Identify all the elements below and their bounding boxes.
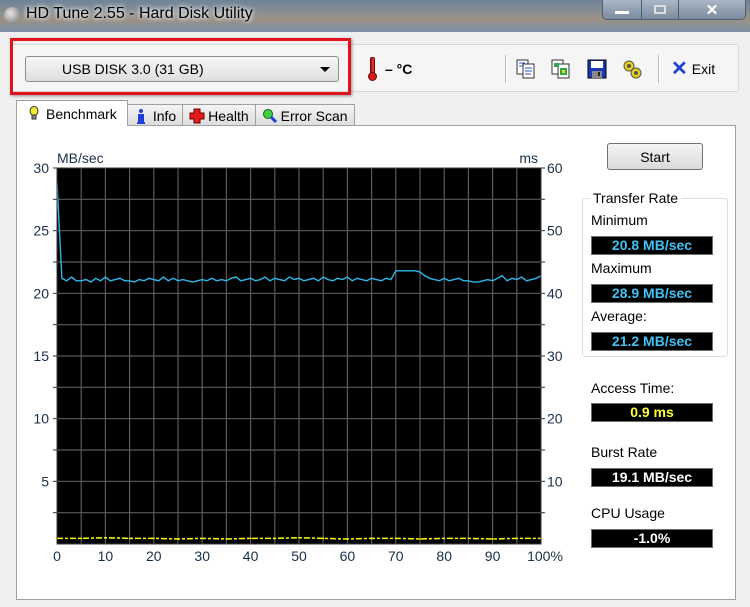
right-tick-label: 30 (547, 348, 563, 364)
x-tick-label: 80 (436, 548, 452, 564)
cpu-usage-label: CPU Usage (591, 505, 665, 521)
x-tick-label: 0 (53, 548, 61, 564)
maximum-label: Maximum (591, 260, 652, 276)
access-time-point (467, 537, 470, 540)
access-time-point (394, 537, 397, 540)
access-time-value: 0.9 ms (591, 403, 713, 422)
minimum-value: 20.8 MB/sec (591, 236, 713, 255)
access-time-point (201, 537, 204, 540)
start-button[interactable]: Start (607, 143, 703, 170)
access-time-point (370, 537, 373, 540)
access-time-point (491, 538, 494, 540)
access-time-point (249, 537, 252, 540)
access-time-point (104, 536, 107, 539)
start-button-label: Start (640, 148, 670, 165)
lightbulb-icon (27, 105, 41, 122)
x-axis-ticks: 0 10 20 30 40 50 60 70 80 90 100% (53, 548, 563, 564)
left-axis-label: MB/sec (57, 150, 104, 166)
minimum-label: Minimum (591, 212, 648, 228)
burst-rate-value: 19.1 MB/sec (591, 468, 713, 487)
burst-rate-label: Burst Rate (591, 444, 658, 460)
dropdown-arrow-icon (320, 67, 330, 72)
x-tick-label: 10 (98, 548, 114, 564)
access-time-label: Access Time: (591, 380, 675, 396)
x-tick-label: 50 (291, 548, 307, 564)
left-tick-label: 15 (33, 348, 49, 364)
x-tick-label: 100% (527, 548, 563, 564)
access-time-point (128, 537, 131, 540)
access-time-point (419, 538, 421, 540)
average-label: Average: (591, 308, 647, 324)
access-time-point (515, 537, 518, 540)
transfer-rate-title: Transfer Rate (590, 190, 682, 206)
access-time-point (177, 538, 179, 540)
right-axis-ticks: 60 50 40 30 20 10 (541, 160, 563, 514)
right-tick-label: 20 (547, 411, 563, 427)
x-tick-label: 30 (194, 548, 210, 564)
cpu-usage-value: -1.0% (591, 529, 713, 548)
access-time-point (225, 538, 228, 540)
right-tick-label: 50 (547, 223, 563, 239)
drive-select[interactable]: USB DISK 3.0 (31 GB) (25, 56, 339, 82)
right-tick-label: 40 (547, 285, 563, 301)
x-tick-label: 60 (340, 548, 356, 564)
left-tick-label: 20 (33, 285, 49, 301)
tab-benchmark[interactable]: Benchmark (16, 100, 128, 126)
access-time-point (322, 537, 325, 540)
tab-benchmark-label: Benchmark (46, 105, 117, 122)
access-time-point (443, 537, 446, 540)
x-tick-label: 90 (485, 548, 501, 564)
access-time-point (273, 537, 276, 540)
right-tick-label: 10 (547, 473, 563, 489)
access-time-point (346, 538, 349, 540)
x-tick-label: 70 (388, 548, 404, 564)
x-tick-label: 40 (243, 548, 259, 564)
access-time-point (152, 537, 155, 540)
access-time-point (80, 537, 83, 540)
left-axis-ticks: 30 25 20 15 10 5 (33, 160, 57, 514)
right-axis-label: ms (519, 150, 538, 166)
left-tick-label: 10 (33, 411, 49, 427)
grid-lines (57, 168, 541, 544)
left-tick-label: 5 (41, 473, 49, 489)
x-tick-label: 20 (146, 548, 162, 564)
drive-select-value: USB DISK 3.0 (31 GB) (62, 61, 204, 77)
maximum-value: 28.9 MB/sec (591, 284, 713, 303)
left-tick-label: 30 (33, 160, 49, 176)
right-tick-label: 60 (547, 160, 563, 176)
average-value: 21.2 MB/sec (591, 332, 713, 351)
left-tick-label: 25 (33, 223, 49, 239)
access-time-point (298, 536, 300, 539)
